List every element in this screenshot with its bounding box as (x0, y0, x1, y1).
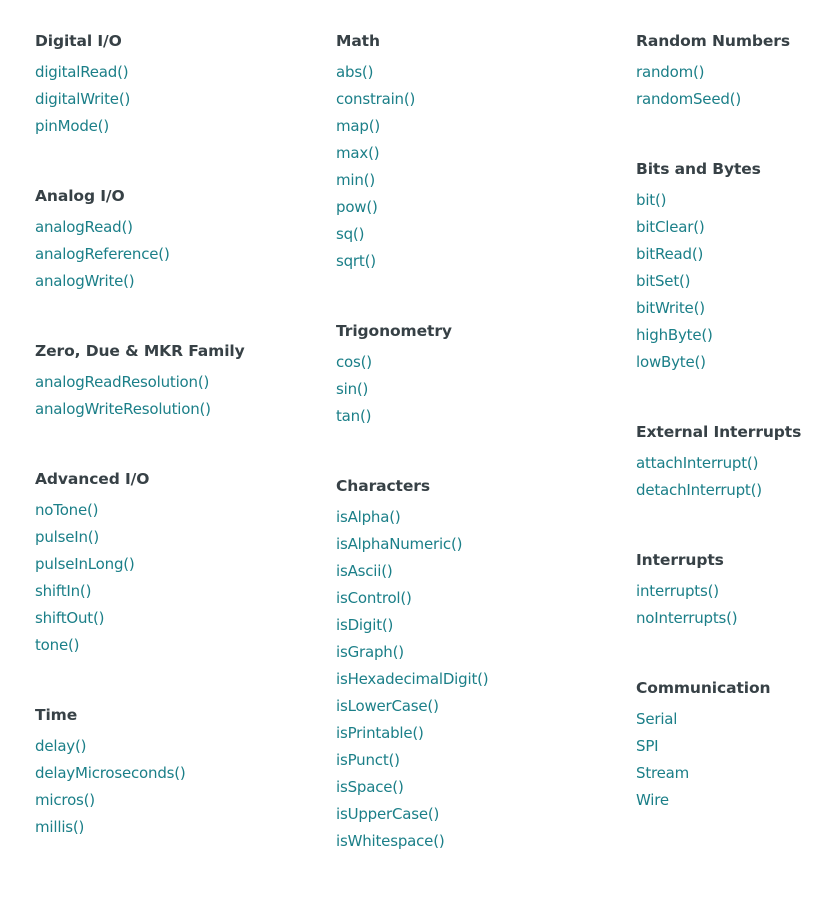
reference-index: Digital I/O digitalRead() digitalWrite() pi… (0, 0, 822, 858)
reference-column: Digital I/O digitalRead() digitalWrite() pi… (35, 28, 245, 884)
section-heading: Advanced I/O (35, 470, 150, 488)
reference-link-analogreference[interactable]: analogReference() (35, 241, 245, 268)
reference-link-pulseinlong[interactable]: pulseInLong() (35, 551, 245, 578)
reference-link-bitset[interactable]: bitSet() (636, 268, 801, 295)
reference-link-shiftout[interactable]: shiftOut() (35, 605, 245, 632)
reference-link-wire[interactable]: Wire (636, 787, 801, 814)
reference-link-cos[interactable]: cos() (336, 349, 488, 376)
reference-link-isgraph[interactable]: isGraph() (336, 639, 488, 666)
reference-link-serial[interactable]: Serial (636, 706, 801, 733)
reference-column: Random Numbers random() randomSeed() Bits a… (636, 28, 801, 857)
section-bits-and-bytes: Bits and Bytes bit() bitClear() bitRead() bi… (636, 156, 801, 376)
reference-link-stream[interactable]: Stream (636, 760, 801, 787)
reference-link-detachinterrupt[interactable]: detachInterrupt() (636, 477, 801, 504)
reference-link-iscontrol[interactable]: isControl() (336, 585, 488, 612)
reference-link-random[interactable]: random() (636, 59, 801, 86)
reference-link-sin[interactable]: sin() (336, 376, 488, 403)
reference-link-min[interactable]: min() (336, 167, 488, 194)
section-heading: Bits and Bytes (636, 160, 761, 178)
section-math: Math abs() constrain() map() max() min() pow()… (336, 28, 488, 275)
section-heading: Communication (636, 679, 771, 697)
reference-link-bitread[interactable]: bitRead() (636, 241, 801, 268)
section-trigonometry: Trigonometry cos() sin() tan() (336, 318, 488, 430)
section-advanced-i-o: Advanced I/O noTone() pulseIn() pulseInLong… (35, 466, 245, 659)
section-heading: Random Numbers (636, 32, 790, 50)
reference-link-bitclear[interactable]: bitClear() (636, 214, 801, 241)
section-time: Time delay() delayMicroseconds() micros() mi… (35, 702, 245, 841)
reference-link-sq[interactable]: sq() (336, 221, 488, 248)
reference-link-isalpha[interactable]: isAlpha() (336, 504, 488, 531)
reference-link-millis[interactable]: millis() (35, 814, 245, 841)
reference-link-isascii[interactable]: isAscii() (336, 558, 488, 585)
section-heading: Time (35, 706, 78, 724)
section-heading: Analog I/O (35, 187, 125, 205)
reference-link-ispunct[interactable]: isPunct() (336, 747, 488, 774)
reference-link-constrain[interactable]: constrain() (336, 86, 488, 113)
reference-link-micros[interactable]: micros() (35, 787, 245, 814)
reference-link-shiftin[interactable]: shiftIn() (35, 578, 245, 605)
reference-link-isprintable[interactable]: isPrintable() (336, 720, 488, 747)
reference-link-islowercase[interactable]: isLowerCase() (336, 693, 488, 720)
section-external-interrupts: External Interrupts attachInterrupt() deta… (636, 419, 801, 504)
reference-link-analogreadresolution[interactable]: analogReadResolution() (35, 369, 245, 396)
section-heading: External Interrupts (636, 423, 802, 441)
reference-link-isspace[interactable]: isSpace() (336, 774, 488, 801)
reference-link-pulsein[interactable]: pulseIn() (35, 524, 245, 551)
reference-link-lowbyte[interactable]: lowByte() (636, 349, 801, 376)
reference-link-bit[interactable]: bit() (636, 187, 801, 214)
reference-link-tone[interactable]: tone() (35, 632, 245, 659)
reference-link-analogread[interactable]: analogRead() (35, 214, 245, 241)
reference-link-digitalread[interactable]: digitalRead() (35, 59, 245, 86)
section-heading: Trigonometry (336, 322, 452, 340)
reference-link-isuppercase[interactable]: isUpperCase() (336, 801, 488, 828)
section-analog-i-o: Analog I/O analogRead() analogReference() a… (35, 183, 245, 295)
section-communication: Communication Serial SPI Stream Wire (636, 675, 801, 814)
reference-link-digitalwrite[interactable]: digitalWrite() (35, 86, 245, 113)
section-digital-i-o: Digital I/O digitalRead() digitalWrite() pi… (35, 28, 245, 140)
reference-column: Math abs() constrain() map() max() min() pow()… (336, 28, 489, 898)
section-characters: Characters isAlpha() isAlphaNumeric() isAsc… (336, 473, 489, 855)
section-heading: Digital I/O (35, 32, 122, 50)
reference-link-ishexadecimaldigit[interactable]: isHexadecimalDigit() (336, 666, 489, 693)
reference-link-sqrt[interactable]: sqrt() (336, 248, 488, 275)
reference-link-interrupts[interactable]: interrupts() (636, 578, 801, 605)
section-interrupts: Interrupts interrupts() noInterrupts() (636, 547, 801, 632)
reference-link-randomseed[interactable]: randomSeed() (636, 86, 801, 113)
reference-link-analogwriteresolution[interactable]: analogWriteResolution() (35, 396, 245, 423)
section-heading: Interrupts (636, 551, 724, 569)
reference-link-pow[interactable]: pow() (336, 194, 488, 221)
reference-link-iswhitespace[interactable]: isWhitespace() (336, 828, 488, 855)
reference-link-bitwrite[interactable]: bitWrite() (636, 295, 801, 322)
section-heading: Zero, Due & MKR Family (35, 342, 245, 360)
reference-link-pinmode[interactable]: pinMode() (35, 113, 245, 140)
reference-link-map[interactable]: map() (336, 113, 488, 140)
reference-link-nointerrupts[interactable]: noInterrupts() (636, 605, 801, 632)
reference-link-delay[interactable]: delay() (35, 733, 245, 760)
reference-link-analogwrite[interactable]: analogWrite() (35, 268, 245, 295)
reference-link-spi[interactable]: SPI (636, 733, 801, 760)
reference-link-tan[interactable]: tan() (336, 403, 488, 430)
reference-link-isdigit[interactable]: isDigit() (336, 612, 488, 639)
section-random-numbers: Random Numbers random() randomSeed() (636, 28, 801, 113)
reference-link-isalphanumeric[interactable]: isAlphaNumeric() (336, 531, 488, 558)
section-heading: Characters (336, 477, 430, 495)
reference-link-highbyte[interactable]: highByte() (636, 322, 801, 349)
section-zero-due-mkr-family: Zero, Due & MKR Family analogReadResoluti… (35, 338, 245, 423)
reference-link-max[interactable]: max() (336, 140, 488, 167)
reference-link-attachinterrupt[interactable]: attachInterrupt() (636, 450, 801, 477)
reference-link-notone[interactable]: noTone() (35, 497, 245, 524)
section-heading: Math (336, 32, 380, 50)
reference-link-abs[interactable]: abs() (336, 59, 488, 86)
reference-link-delaymicroseconds[interactable]: delayMicroseconds() (35, 760, 245, 787)
